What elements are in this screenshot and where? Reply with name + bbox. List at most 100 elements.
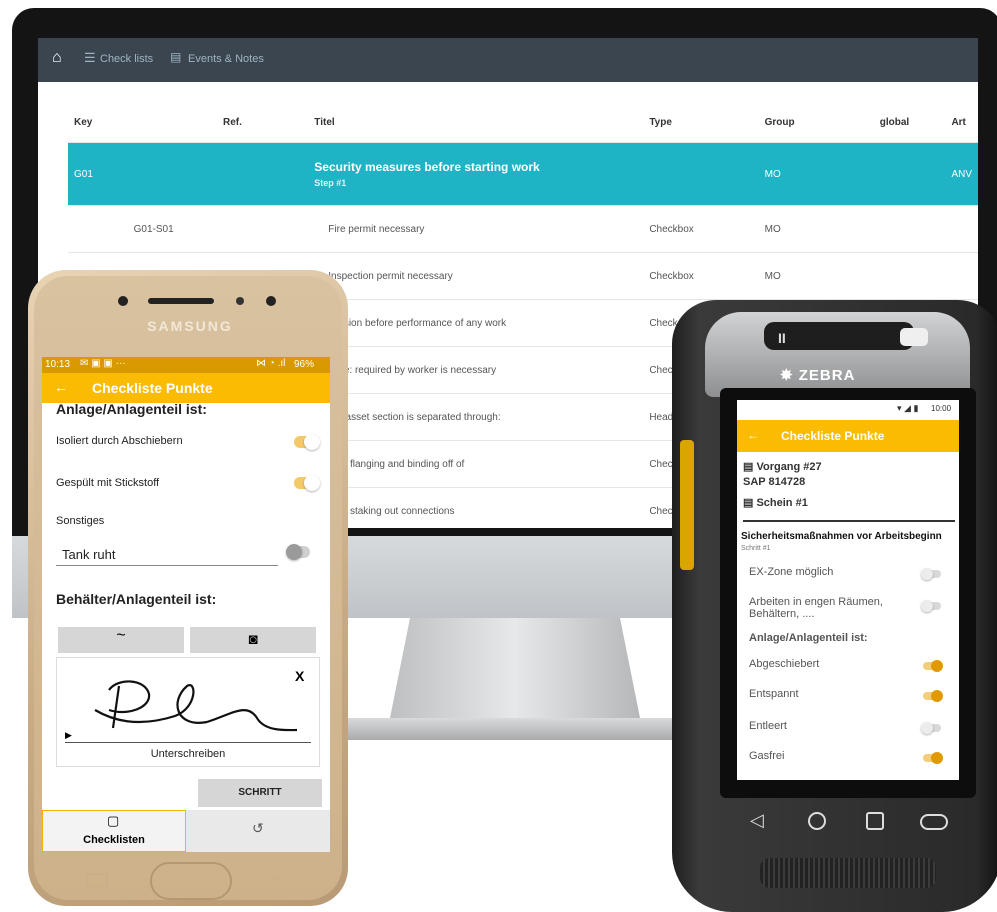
samsung-screen: 10:13 ✉ ▣ ▣ ··· ⋈ ◔ .ıl 96% ← Checkliste… (42, 357, 330, 852)
signature-pad[interactable]: X ▶ Unterschreiben (56, 657, 320, 767)
nav-recents-icon[interactable] (866, 812, 884, 830)
table-row-highlighted[interactable]: G01 Security measures before starting wo… (68, 142, 978, 206)
list-icon: ☰ (84, 50, 96, 65)
tank-input-value: Tank ruht (62, 547, 116, 562)
col-group[interactable]: Group (758, 102, 874, 143)
battery-level: 96% (294, 359, 315, 370)
schein-label: ▤ Schein #1 (743, 496, 808, 509)
earpiece (148, 298, 214, 304)
zebra-screen: ▾ ◢ ▮ 10:00 ← Checkliste Punkte ▤ Vorgan… (737, 400, 959, 780)
cell-title: mission before performance of any work (308, 299, 644, 347)
bottom-tab-bar: ▢ Checklisten ↺ (42, 810, 330, 852)
clipboard-icon: ▤ (743, 497, 757, 509)
zebra-time: 10:00 (931, 404, 952, 413)
sensor-icon (266, 296, 276, 306)
col-key[interactable]: Key (68, 102, 128, 143)
complete-step-button[interactable]: SCHRITT ABSCHLIESSEN (198, 779, 322, 826)
table-header-row: Key Ref. Titel Type Group global Art (68, 102, 978, 143)
back-arrow-icon[interactable]: ← (747, 428, 759, 442)
monitor-navbar: ⌂ ☰ Check lists ▤ Events & Notes (38, 38, 978, 82)
signature-tool-button[interactable]: ~ (58, 627, 184, 653)
nav-menu-icon[interactable] (920, 814, 948, 830)
speaker-grill (760, 858, 936, 888)
cell-title: d by staking out connections (308, 487, 644, 528)
tab-checklists-label: Checklisten (83, 834, 145, 846)
clipboard-icon: ▤ (743, 461, 757, 473)
cell-title: ner/asset section is separated through: (308, 393, 644, 441)
row-label: Entleert (749, 720, 787, 732)
nav-events-notes[interactable]: Events & Notes (188, 53, 264, 65)
side-scan-button[interactable] (680, 440, 694, 570)
highlight-step: Step #1 (314, 178, 347, 188)
schein-text: Schein #1 (756, 497, 808, 509)
highlight-title: Security measures before starting work (314, 160, 540, 174)
col-title[interactable]: Titel (308, 102, 644, 143)
col-global[interactable]: global (873, 102, 946, 143)
zebra-status-bar: ▾ ◢ ▮ 10:00 (737, 400, 959, 420)
pen-icon: ~ (116, 627, 126, 644)
signature-label: Unterschreiben (150, 748, 226, 760)
history-icon[interactable]: ↺ (252, 820, 264, 837)
clipboard-icon: ▢ (107, 813, 120, 828)
play-marker-icon: ▶ (65, 730, 72, 740)
app-bar: ← Checkliste Punkte (737, 420, 959, 452)
cell-group: MO (758, 252, 874, 300)
clipboard-icon: ▤ (170, 50, 182, 64)
step-label: Schritt #1 (741, 545, 771, 552)
cell-type: Checkbox (643, 205, 759, 253)
nav-checklists[interactable]: Check lists (100, 53, 153, 65)
section-heading: Anlage/Anlagenteil ist: (56, 401, 207, 417)
app-bar: ← Checkliste Punkte (42, 373, 330, 403)
row-label: Abgeschiebert (749, 658, 820, 670)
table-row[interactable]: G01-S01 Fire permit necessary Checkbox M… (68, 205, 978, 253)
sonstiges-label: Sonstiges (56, 515, 105, 527)
camera-button[interactable]: ◙ (190, 627, 316, 653)
tab-checklists[interactable]: ▢ Checklisten (42, 810, 186, 852)
col-type[interactable]: Type (643, 102, 759, 143)
nav-home-icon[interactable] (808, 812, 826, 830)
app-title: Checkliste Punkte (92, 380, 213, 396)
row-label: Arbeiten in engen Räumen, Behältern, ...… (749, 596, 883, 620)
back-key-icon[interactable]: ↩ (272, 868, 285, 888)
signature-line (65, 742, 311, 743)
cell-title: ssee: required by worker is necessary (308, 346, 644, 394)
col-ref[interactable]: Ref. (217, 102, 309, 143)
section-heading: Anlage/Anlagenteil ist: (749, 632, 868, 644)
signal-icon: ⋈ ◔ .ıl (256, 358, 286, 369)
home-icon[interactable]: ⌂ (52, 49, 62, 67)
cell-key: G01 (68, 142, 128, 206)
zebra-logo: ✸ ZEBRA (780, 366, 855, 384)
recent-apps-icon[interactable] (86, 873, 108, 889)
pause-icon: II (778, 330, 786, 346)
samsung-logo: SAMSUNG (147, 318, 233, 334)
section-heading: Behälter/Anlagenteil ist: (56, 591, 217, 607)
tank-input[interactable]: Tank ruht (56, 541, 278, 566)
zebra-nav-bar: ◁ (720, 800, 976, 844)
monitor-stand (390, 618, 640, 718)
zebra-logo-text: ZEBRA (798, 367, 856, 384)
cell-title: Fire permit necessary (308, 205, 644, 253)
row-label: Gespült mit Stickstoff (56, 477, 160, 489)
nav-back-icon[interactable]: ◁ (750, 810, 764, 831)
row-label: Isoliert durch Abschiebern (56, 435, 183, 447)
vorgang-text: Vorgang #27 (756, 461, 822, 473)
row-label: Gasfrei (749, 750, 785, 762)
cell-type: Checkbox (643, 252, 759, 300)
back-arrow-icon[interactable]: ← (54, 379, 68, 395)
row-label: EX-Zone möglich (749, 566, 834, 578)
sensor-icon (236, 297, 244, 305)
col-art[interactable]: Art (945, 102, 978, 143)
front-camera-icon (118, 296, 128, 306)
home-button[interactable] (150, 862, 232, 900)
cell-ref: G01-S01 (127, 205, 217, 253)
monitor-base (300, 718, 720, 740)
row-label: Entspannt (749, 688, 799, 700)
cell-title: d by flanging and binding off of (308, 440, 644, 488)
camera-icon (900, 328, 928, 346)
vorgang-label: ▤ Vorgang #27 (743, 460, 822, 473)
status-bar: 10:13 ✉ ▣ ▣ ··· ⋈ ◔ .ıl 96% (42, 357, 330, 373)
cell-art: ANV (945, 142, 978, 206)
close-icon[interactable]: X (295, 668, 304, 684)
cell-title: Security measures before starting work S… (308, 142, 644, 206)
camera-icon: ◙ (248, 631, 258, 648)
